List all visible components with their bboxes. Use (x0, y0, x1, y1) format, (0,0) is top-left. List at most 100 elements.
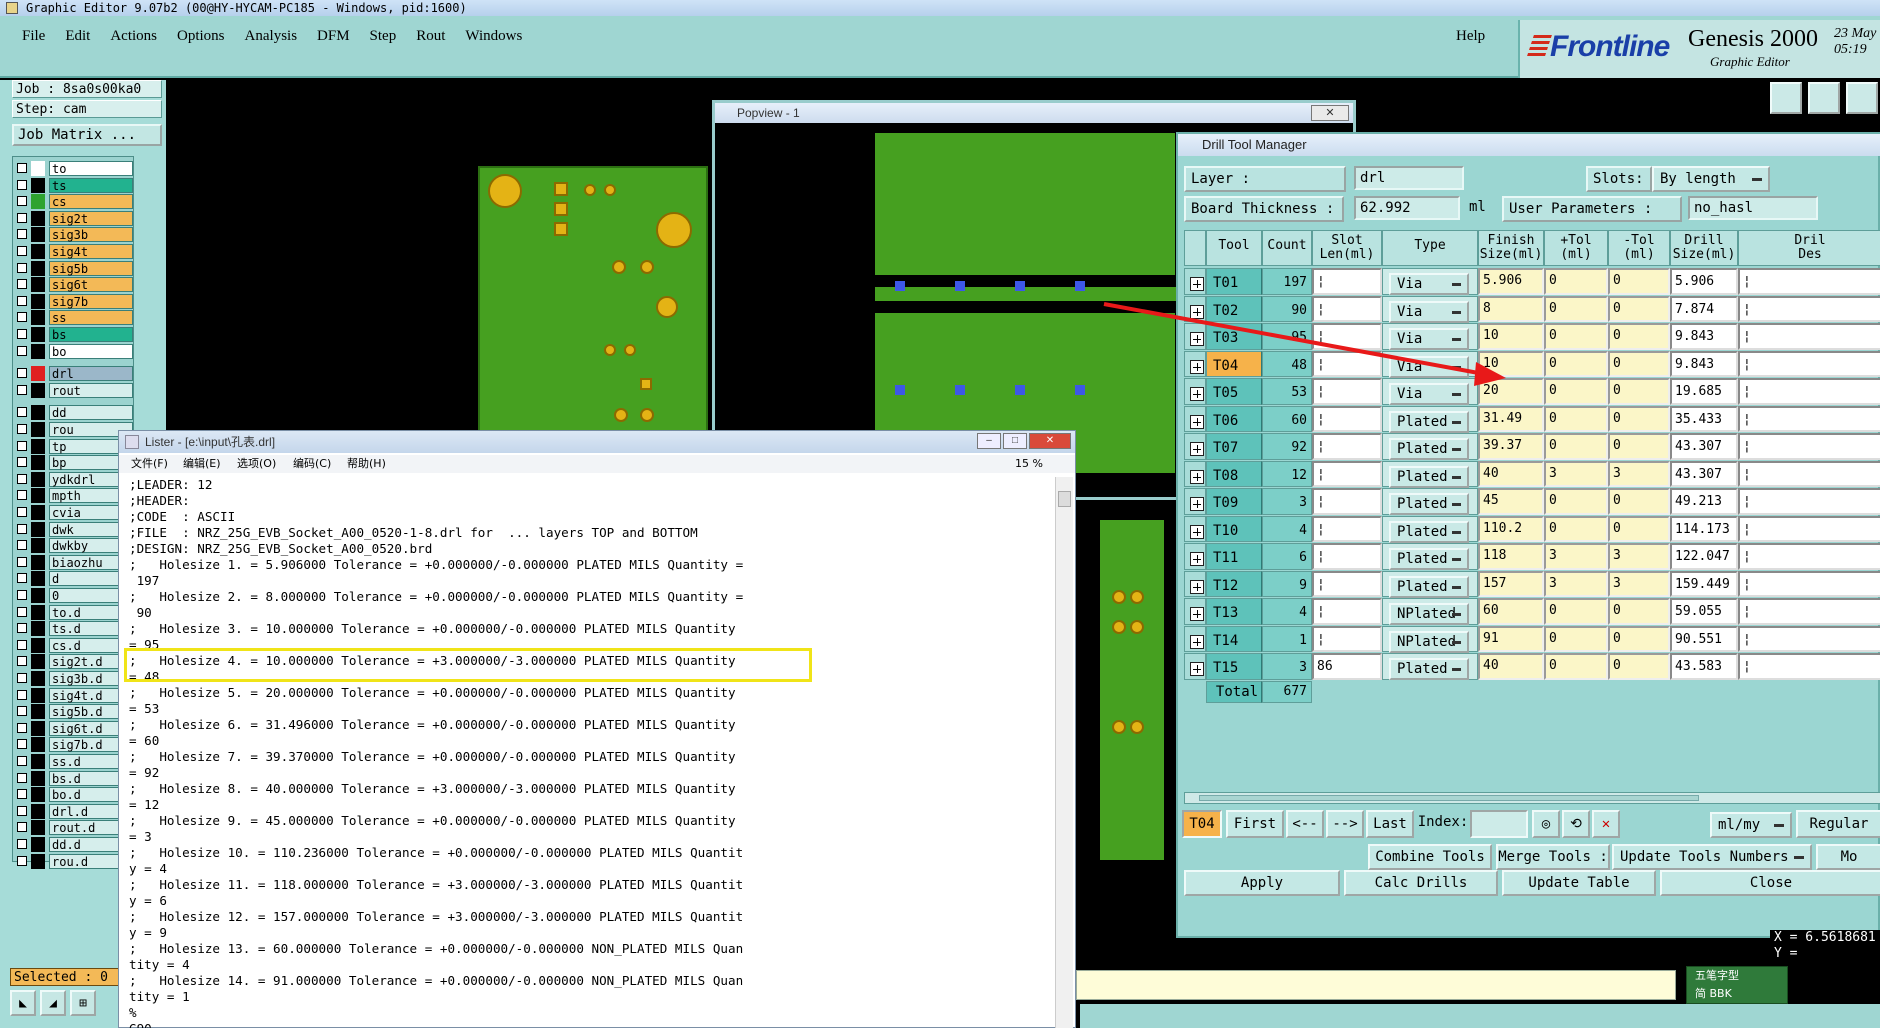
last-button[interactable]: Last (1366, 810, 1414, 838)
plus-icon[interactable] (1190, 662, 1204, 676)
drill-size-input[interactable]: 35.433 (1670, 405, 1738, 432)
drill-des-input[interactable]: ¦ (1738, 598, 1880, 625)
slot-len-input[interactable]: ¦ (1312, 268, 1382, 295)
slot-len-input[interactable]: ¦ (1312, 570, 1382, 597)
slot-len-input[interactable]: ¦ (1312, 405, 1382, 432)
layer-name[interactable]: sig5b (49, 260, 133, 276)
slot-len-input[interactable]: ¦ (1312, 598, 1382, 625)
plus-icon[interactable] (1190, 469, 1204, 484)
layer-color-swatch[interactable] (31, 244, 45, 259)
expand-toggle[interactable] (1184, 405, 1206, 432)
delete-icon[interactable]: ✕ (1592, 810, 1620, 838)
layer-checkbox[interactable] (17, 689, 27, 700)
finish-size-input[interactable]: 5.906 (1478, 268, 1544, 295)
type-dropdown[interactable]: Via (1389, 328, 1469, 350)
drill-des-input[interactable]: ¦ (1738, 515, 1880, 542)
layer-color-swatch[interactable] (31, 382, 45, 398)
minus-tol-input[interactable]: 0 (1608, 268, 1670, 295)
layer-row[interactable]: cs.d (13, 637, 135, 653)
tool-cell[interactable]: T12 (1206, 570, 1262, 597)
layer-checkbox[interactable] (17, 179, 27, 190)
plus-icon[interactable] (1190, 552, 1204, 566)
drill-des-input[interactable]: ¦ (1738, 653, 1880, 680)
layer-row[interactable]: ydkdrl (13, 471, 135, 487)
layer-row[interactable]: sig6t.d (13, 720, 135, 736)
expand-toggle[interactable] (1184, 295, 1206, 322)
plus-tol-input[interactable]: 0 (1544, 405, 1608, 432)
layer-row[interactable]: sig2t.d (13, 654, 135, 670)
horizontal-scrollbar[interactable] (1184, 792, 1880, 804)
layer-color-swatch[interactable] (31, 405, 45, 421)
layer-color-swatch[interactable] (31, 837, 45, 852)
type-dropdown[interactable]: Plated (1389, 548, 1469, 570)
finish-size-input[interactable]: 10 (1478, 323, 1544, 350)
layer-checkbox[interactable] (17, 229, 27, 240)
minus-tol-input[interactable]: 3 (1608, 460, 1670, 487)
layer-name[interactable]: rout (49, 382, 133, 398)
layer-name[interactable]: sig4t (49, 244, 133, 259)
pin-icon[interactable]: ◎ (1532, 810, 1560, 838)
drill-des-input[interactable]: ¦ (1738, 433, 1880, 460)
index-input[interactable] (1470, 810, 1528, 838)
layer-color-swatch[interactable] (31, 687, 45, 703)
drill-des-input[interactable]: ¦ (1738, 488, 1880, 515)
drill-size-input[interactable]: 122.047 (1670, 543, 1738, 570)
layer-checkbox[interactable] (17, 507, 27, 517)
layer-row[interactable]: dwk (13, 521, 135, 537)
layer-checkbox[interactable] (17, 523, 27, 534)
layer-name[interactable]: sig2t (49, 210, 133, 226)
expand-toggle[interactable] (1184, 268, 1206, 295)
drill-des-input[interactable]: ¦ (1738, 460, 1880, 487)
drill-size-input[interactable]: 43.307 (1670, 433, 1738, 460)
layer-color-swatch[interactable] (31, 177, 45, 193)
layer-row[interactable]: ts (13, 177, 135, 193)
layer-color-swatch[interactable] (31, 737, 45, 753)
layer-row[interactable]: to (13, 161, 135, 176)
apply-button[interactable]: Apply (1184, 870, 1340, 896)
layer-color-swatch[interactable] (31, 637, 45, 653)
tool-cell[interactable]: T01 (1206, 268, 1262, 295)
layer-name[interactable]: dd (49, 405, 133, 421)
layer-name[interactable]: ss (49, 310, 133, 326)
layer-color-swatch[interactable] (31, 471, 45, 487)
minus-tol-input[interactable]: 0 (1608, 515, 1670, 542)
lister-menu-file[interactable]: 文件(F) (131, 455, 168, 473)
layer-checkbox[interactable] (17, 540, 27, 551)
menu-step[interactable]: Step (360, 24, 407, 48)
layer-name[interactable]: cs (49, 194, 133, 210)
layer-color-swatch[interactable] (31, 621, 45, 637)
drill-size-input[interactable]: 7.874 (1670, 295, 1738, 322)
layer-checkbox[interactable] (17, 246, 27, 256)
finish-size-input[interactable]: 60 (1478, 598, 1544, 625)
layer-row[interactable]: dd (13, 405, 135, 421)
expand-toggle[interactable] (1184, 323, 1206, 350)
plus-tol-input[interactable]: 0 (1544, 350, 1608, 377)
close-icon[interactable]: ✕ (1029, 433, 1071, 449)
menu-options[interactable]: Options (167, 24, 235, 48)
layer-checkbox[interactable] (17, 279, 27, 290)
drill-des-input[interactable]: ¦ (1738, 350, 1880, 377)
slot-len-input[interactable]: ¦ (1312, 295, 1382, 322)
layer-color-swatch[interactable] (31, 310, 45, 326)
layer-row[interactable]: bs (13, 327, 135, 342)
layer-color-swatch[interactable] (31, 787, 45, 803)
pcb-board-view[interactable] (478, 166, 708, 436)
slot-len-input[interactable]: ¦ (1312, 625, 1382, 652)
minus-tol-input[interactable]: 0 (1608, 378, 1670, 405)
plus-tol-input[interactable]: 3 (1544, 570, 1608, 597)
first-button[interactable]: First (1226, 810, 1284, 838)
drill-size-input[interactable]: 43.583 (1670, 653, 1738, 680)
layer-color-swatch[interactable] (31, 554, 45, 570)
minus-tol-input[interactable]: 0 (1608, 433, 1670, 460)
layer-color-swatch[interactable] (31, 654, 45, 670)
layer-row[interactable]: bp (13, 455, 135, 471)
layer-color-swatch[interactable] (31, 820, 45, 836)
layer-color-swatch[interactable] (31, 704, 45, 720)
board-thickness-input[interactable]: 62.992 (1354, 196, 1460, 220)
menu-help[interactable]: Help (1456, 24, 1485, 48)
drill-des-input[interactable]: ¦ (1738, 405, 1880, 432)
layer-name[interactable]: sig7b (49, 293, 133, 309)
layer-row[interactable]: sig3b (13, 227, 135, 243)
layer-row[interactable]: tp (13, 438, 135, 454)
layer-checkbox[interactable] (17, 789, 27, 800)
